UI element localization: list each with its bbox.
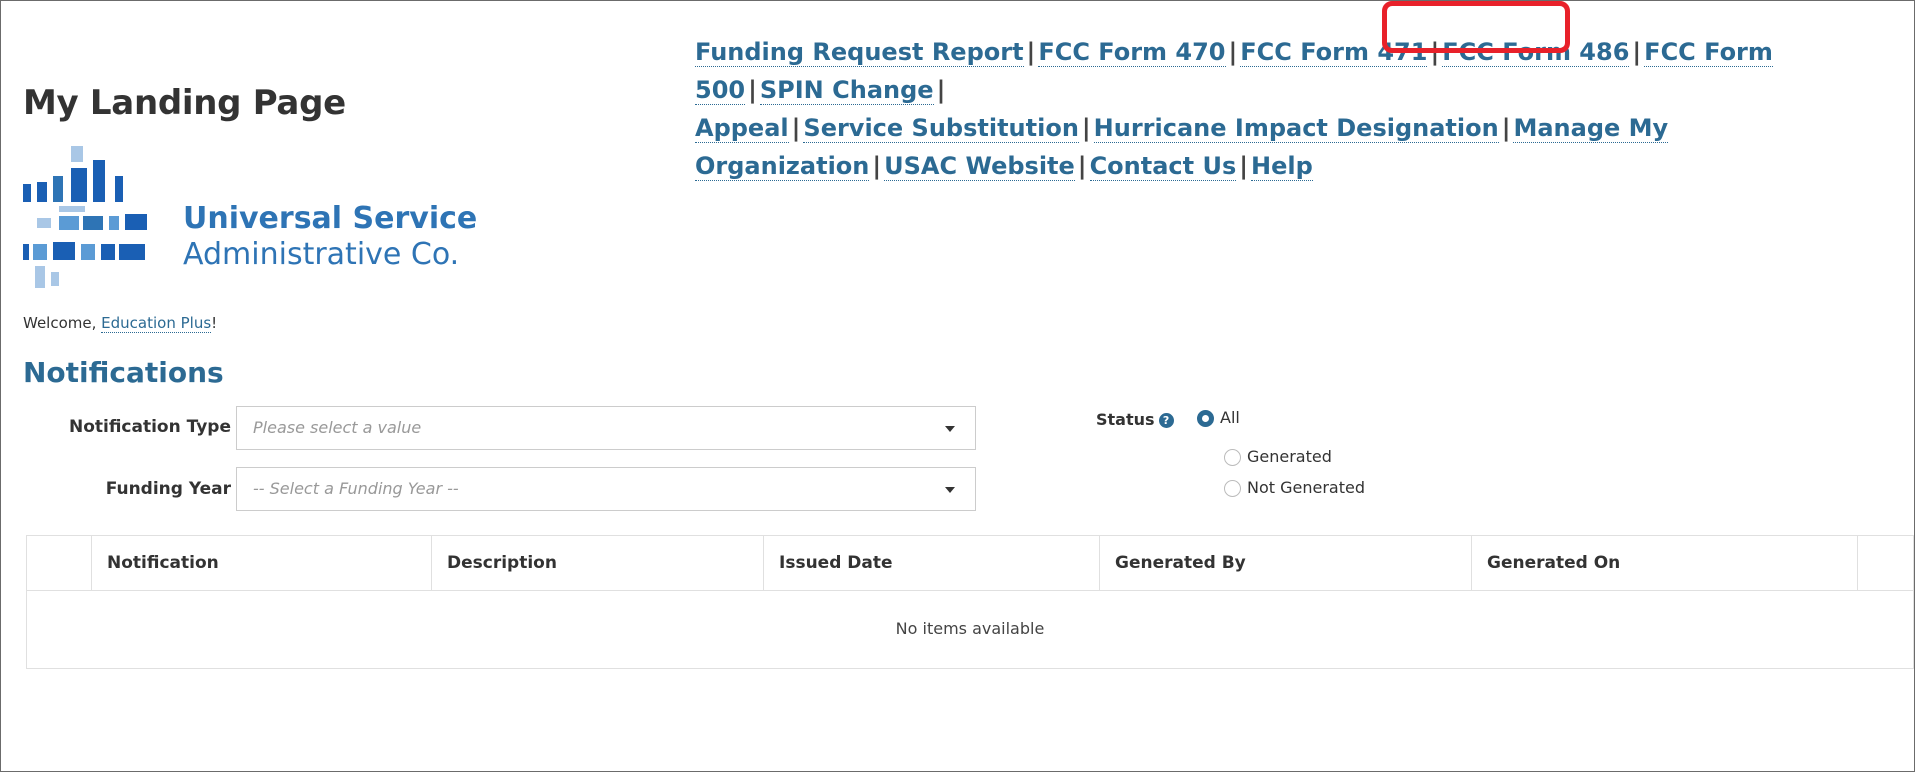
nav-separator: | [1239, 152, 1249, 180]
column-header-issued-date[interactable]: Issued Date [763, 536, 1099, 590]
status-radio-generated[interactable]: Generated [1224, 447, 1332, 466]
nav-separator: | [1632, 38, 1642, 66]
logo-line-1: Universal Service [183, 201, 478, 236]
welcome-prefix: Welcome, [23, 314, 102, 332]
nav-usac-website[interactable]: USAC Website [884, 152, 1075, 181]
highlight-annotation [1382, 1, 1570, 53]
nav-contact-us[interactable]: Contact Us [1089, 152, 1237, 181]
table-header-row: Notification Description Issued Date Gen… [27, 536, 1913, 591]
usac-logo-icon [23, 146, 147, 288]
nav-service-substitution[interactable]: Service Substitution [803, 114, 1079, 143]
nav-separator: | [1081, 114, 1091, 142]
nav-spin-change[interactable]: SPIN Change [759, 76, 934, 105]
chevron-down-icon [945, 487, 955, 493]
funding-year-placeholder: -- Select a Funding Year -- [253, 479, 459, 498]
top-navigation: Funding Request Report | FCC Form 470 | FCC … [695, 33, 1905, 185]
nav-appeal[interactable]: Appeal [695, 114, 789, 143]
status-option-label: Not Generated [1247, 478, 1365, 497]
nav-separator: | [1077, 152, 1087, 180]
page-title: My Landing Page [23, 83, 346, 123]
nav-separator: | [748, 76, 757, 104]
nav-hurricane-impact-designation[interactable]: Hurricane Impact Designation [1093, 114, 1499, 143]
status-label: Status? [1096, 410, 1174, 429]
notification-type-select[interactable]: Please select a value [236, 406, 976, 450]
usac-logo-text: Universal Service Administrative Co. [183, 201, 477, 273]
funding-year-label: Funding Year [105, 479, 231, 499]
nav-help[interactable]: Help [1251, 152, 1313, 181]
welcome-suffix: ! [211, 314, 218, 332]
welcome-user-link[interactable]: Education Plus [101, 314, 212, 333]
nav-separator: | [1228, 38, 1238, 66]
logo-line-2: Administrative Co. [183, 237, 460, 272]
radio-unselected-icon[interactable] [1224, 480, 1241, 497]
radio-unselected-icon[interactable] [1224, 449, 1241, 466]
chevron-down-icon [945, 426, 955, 432]
nav-separator: | [1026, 38, 1036, 66]
column-header-generated-by[interactable]: Generated By [1099, 536, 1471, 590]
nav-separator: | [791, 114, 801, 142]
nav-funding-request-report[interactable]: Funding Request Report [695, 38, 1024, 67]
status-option-label: Generated [1247, 447, 1332, 466]
notifications-table: Notification Description Issued Date Gen… [26, 535, 1914, 669]
funding-year-select[interactable]: -- Select a Funding Year -- [236, 467, 976, 511]
empty-table-message: No items available [895, 619, 1045, 638]
column-header-description[interactable]: Description [431, 536, 763, 590]
page-frame: My Landing Page Funding Request Report | F… [0, 0, 1915, 772]
nav-fcc-form-470[interactable]: FCC Form 470 [1038, 38, 1226, 67]
nav-separator: | [936, 76, 946, 104]
column-header-generated-on[interactable]: Generated On [1471, 536, 1857, 590]
table-header-select [27, 536, 91, 590]
status-radio-all[interactable]: All [1197, 408, 1240, 427]
column-header-notification[interactable]: Notification [91, 536, 431, 590]
status-option-label: All [1220, 408, 1240, 427]
table-header-actions [1857, 536, 1914, 590]
nav-separator: | [1501, 114, 1511, 142]
notification-type-label: Notification Type [68, 417, 231, 437]
notification-type-placeholder: Please select a value [253, 418, 422, 437]
status-radio-not-generated[interactable]: Not Generated [1224, 478, 1365, 497]
nav-separator: | [872, 152, 882, 180]
welcome-message: Welcome, Education Plus! [23, 314, 218, 333]
notifications-heading: Notifications [23, 356, 224, 389]
question-circle-icon[interactable]: ? [1158, 413, 1174, 428]
status-label-text: Status [1096, 410, 1155, 429]
radio-selected-icon[interactable] [1197, 410, 1214, 427]
